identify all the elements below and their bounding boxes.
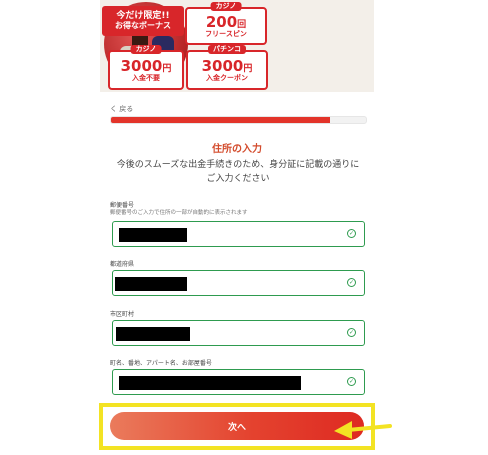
redacted-value bbox=[119, 376, 301, 390]
check-circle-icon: ✓ bbox=[347, 328, 356, 337]
check-circle-icon: ✓ bbox=[347, 229, 356, 238]
check-circle-icon: ✓ bbox=[347, 377, 356, 386]
redacted-value bbox=[119, 228, 187, 242]
postal-code-hint: 郵便番号のご入力で住所の一部が自動的に表示されます bbox=[110, 210, 248, 216]
arrow-left-icon bbox=[334, 421, 392, 439]
promo-number: 3000 bbox=[120, 56, 163, 75]
progress-fill bbox=[111, 117, 331, 123]
promo-deposit-coupon: パチンコ 3000円 入金クーポン bbox=[186, 45, 268, 90]
redacted-value bbox=[115, 277, 187, 291]
promo-unit: 回 bbox=[237, 19, 247, 30]
promo-tag: カジノ bbox=[210, 2, 242, 11]
form-title: 住所の入力 bbox=[212, 144, 262, 155]
prefecture-label: 都道府県 bbox=[110, 261, 135, 268]
promo-subtext: 入金不要 bbox=[132, 73, 160, 82]
promo-ribbon: 今だけ限定!! お得なボーナス bbox=[102, 6, 184, 36]
promo-amount: 3000円 bbox=[120, 56, 172, 75]
promo-amount: 3000円 bbox=[201, 56, 253, 75]
left-gutter bbox=[0, 0, 100, 455]
promo-unit: 円 bbox=[243, 63, 253, 74]
street-address-input[interactable]: ✓ bbox=[112, 369, 365, 395]
postal-code-input[interactable]: ✓ bbox=[112, 221, 365, 247]
promo-amount: 200回 bbox=[205, 12, 247, 31]
promo-free-spins: カジノ 200回 フリースピン bbox=[185, 2, 267, 45]
city-input[interactable]: ✓ bbox=[112, 320, 365, 346]
promo-ribbon-line2: お得なボーナス bbox=[115, 20, 171, 30]
promo-tag: カジノ bbox=[130, 45, 162, 54]
promo-number: 200 bbox=[205, 12, 238, 31]
prefecture-input[interactable]: ✓ bbox=[112, 270, 365, 296]
progress-bar bbox=[110, 116, 367, 124]
promo-unit: 円 bbox=[162, 63, 172, 74]
next-button[interactable]: 次へ bbox=[110, 412, 364, 440]
right-gutter bbox=[374, 0, 488, 455]
promo-no-deposit: カジノ 3000円 入金不要 bbox=[108, 45, 184, 90]
form-description: 今後のスムーズな出金手続きのため、身分証に記載の通りにご入力ください bbox=[116, 160, 360, 185]
check-circle-icon: ✓ bbox=[347, 278, 356, 287]
promo-subtext: フリースピン bbox=[205, 29, 247, 38]
back-link[interactable]: く 戻る bbox=[110, 104, 133, 114]
promo-number: 3000 bbox=[201, 56, 244, 75]
promo-subtext: 入金クーポン bbox=[206, 73, 248, 82]
redacted-value bbox=[116, 327, 190, 341]
city-label: 市区町村 bbox=[110, 311, 135, 318]
address-form: く 戻る 住所の入力 今後のスムーズな出金手続きのため、身分証に記載の通りにご入… bbox=[100, 92, 374, 455]
promo-tag: パチンコ bbox=[208, 45, 246, 54]
street-address-label: 町名、番地、アパート名、お部屋番号 bbox=[110, 360, 212, 367]
